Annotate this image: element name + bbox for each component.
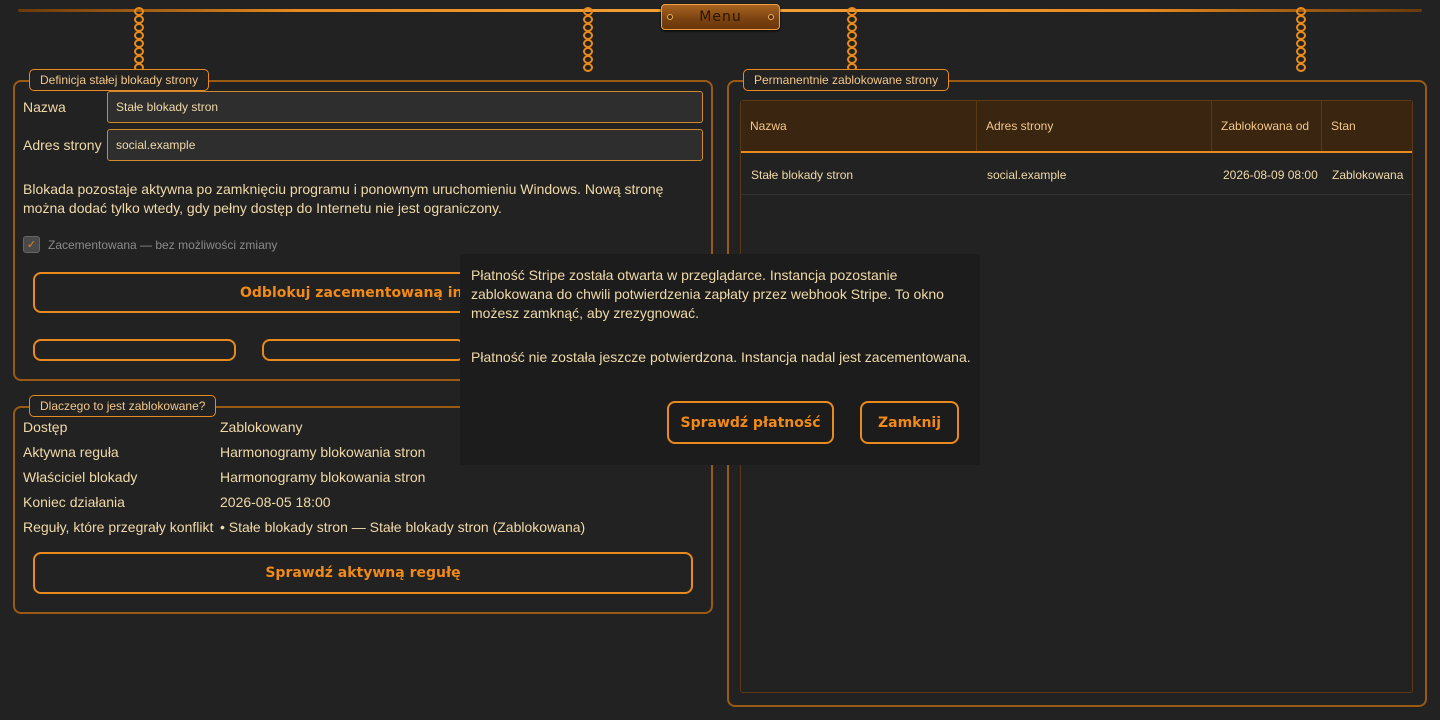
check-payment-button-label: Sprawdź płatność	[680, 414, 821, 431]
table-row[interactable]: Stałe blokady stron social.example 2026-…	[741, 154, 1412, 195]
chain-decoration	[132, 7, 146, 78]
active-rule-value: Harmonogramy blokowania stron	[220, 444, 426, 460]
lost-rules-value: • Stałe blokady stron — Stałe blokady st…	[220, 519, 586, 535]
address-field[interactable]	[107, 129, 703, 161]
cemented-checkbox-row[interactable]: ✓ Zacementowana — bez możliwości zmiany	[23, 236, 277, 253]
column-header-address[interactable]: Adres strony	[977, 101, 1212, 151]
cemented-label: Zacementowana — bez możliwości zmiany	[48, 237, 278, 252]
check-active-rule-button[interactable]: Sprawdź aktywną regułę	[33, 552, 693, 594]
payment-dialog: Płatność Stripe została otwarta w przegl…	[460, 254, 980, 465]
name-label: Nazwa	[23, 99, 66, 115]
address-label: Adres strony	[23, 137, 102, 153]
chain-decoration	[845, 7, 859, 78]
block-owner-key: Właściciel blokady	[23, 469, 138, 485]
block-owner-value: Harmonogramy blokowania stron	[220, 469, 426, 485]
chain-decoration	[1294, 7, 1308, 78]
table-cell-name: Stałe blokady stron	[751, 167, 854, 182]
table-cell-blocked-since: 2026-08-09 08:00	[1223, 167, 1318, 182]
chain-decoration	[581, 7, 595, 78]
table-header: Nazwa Adres strony Zablokowana od Stan	[741, 101, 1412, 153]
lost-rules-key: Reguły, które przegrały konflikt	[23, 519, 214, 535]
blocked-pages-group-title: Permanentnie zablokowane strony	[743, 69, 950, 91]
dialog-message: Płatność Stripe została otwarta w przegl…	[471, 267, 944, 321]
check-payment-button[interactable]: Sprawdź płatność	[667, 401, 834, 444]
close-button-label: Zamknij	[877, 414, 942, 431]
rivet-icon	[768, 14, 774, 20]
active-rule-key: Aktywna reguła	[23, 444, 119, 460]
column-header-state[interactable]: Stan	[1322, 101, 1414, 151]
cemented-checkbox[interactable]: ✓	[23, 236, 40, 253]
close-button[interactable]: Zamknij	[860, 401, 959, 444]
why-group-title: Dlaczego to jest zablokowane?	[29, 395, 217, 417]
access-key: Dostęp	[23, 419, 68, 435]
check-active-rule-button-label: Sprawdź aktywną regułę	[265, 565, 461, 581]
table-cell-address: social.example	[987, 167, 1067, 182]
access-value: Zablokowany	[220, 419, 303, 435]
table-cell-state: Zablokowana	[1332, 167, 1404, 182]
name-field[interactable]	[107, 91, 703, 123]
rivet-icon	[667, 14, 673, 20]
definition-group-title: Definicja stałej blokady strony	[29, 69, 210, 91]
end-time-value: 2026-08-05 18:00	[220, 494, 331, 510]
secondary-action-button[interactable]	[262, 339, 465, 361]
column-header-blocked-since[interactable]: Zablokowana od	[1212, 101, 1322, 151]
info-text: Blokada pozostaje aktywna po zamknięciu …	[23, 181, 664, 216]
menu-button-label: Menu	[699, 9, 742, 25]
secondary-action-button[interactable]	[33, 339, 236, 361]
column-header-name[interactable]: Nazwa	[741, 101, 977, 151]
end-time-key: Koniec działania	[23, 494, 125, 510]
dialog-status: Płatność nie została jeszcze potwierdzon…	[471, 349, 971, 365]
menu-button[interactable]: Menu	[661, 4, 780, 30]
